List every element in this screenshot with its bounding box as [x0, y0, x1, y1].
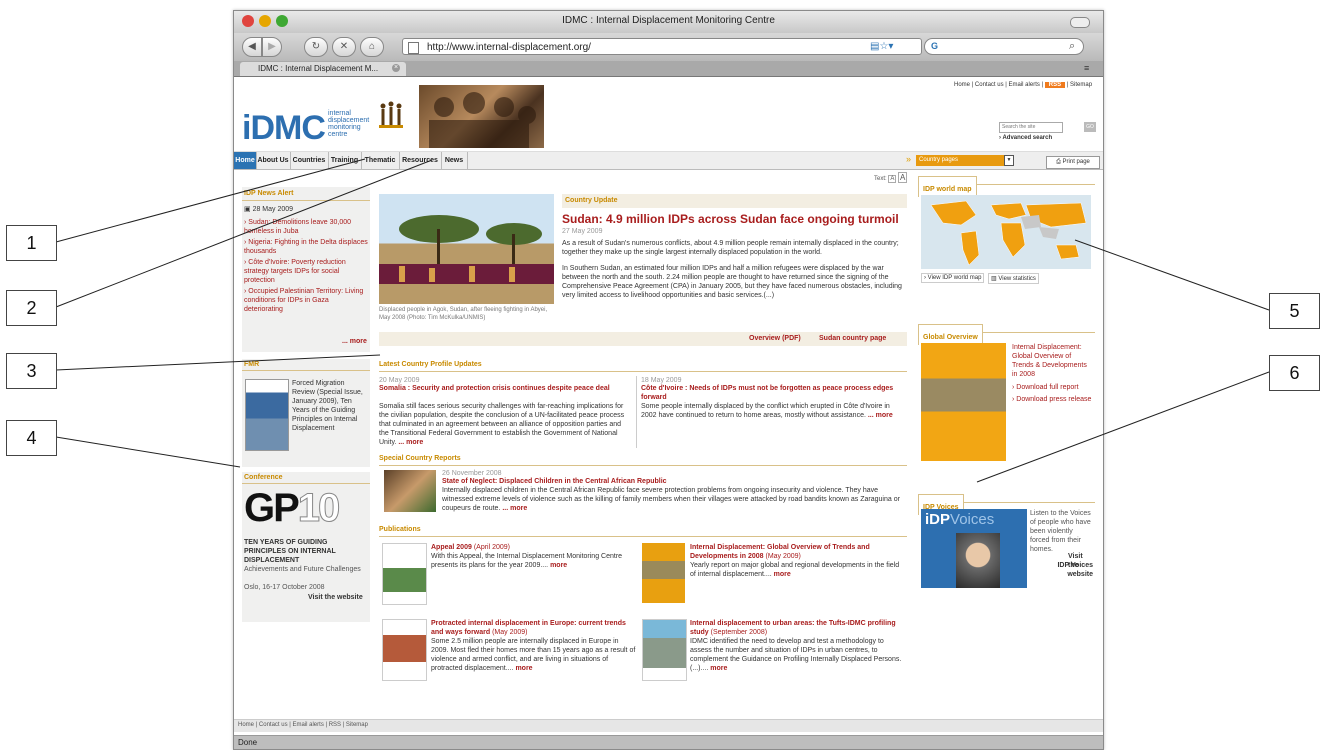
callout-3: 3	[6, 353, 57, 389]
callout-6: 6	[1269, 355, 1320, 391]
callout-lines	[55, 158, 1270, 483]
callout-1: 1	[6, 225, 57, 261]
callout-5: 5	[1269, 293, 1320, 329]
callout-4: 4	[6, 420, 57, 456]
callout-2: 2	[6, 290, 57, 326]
